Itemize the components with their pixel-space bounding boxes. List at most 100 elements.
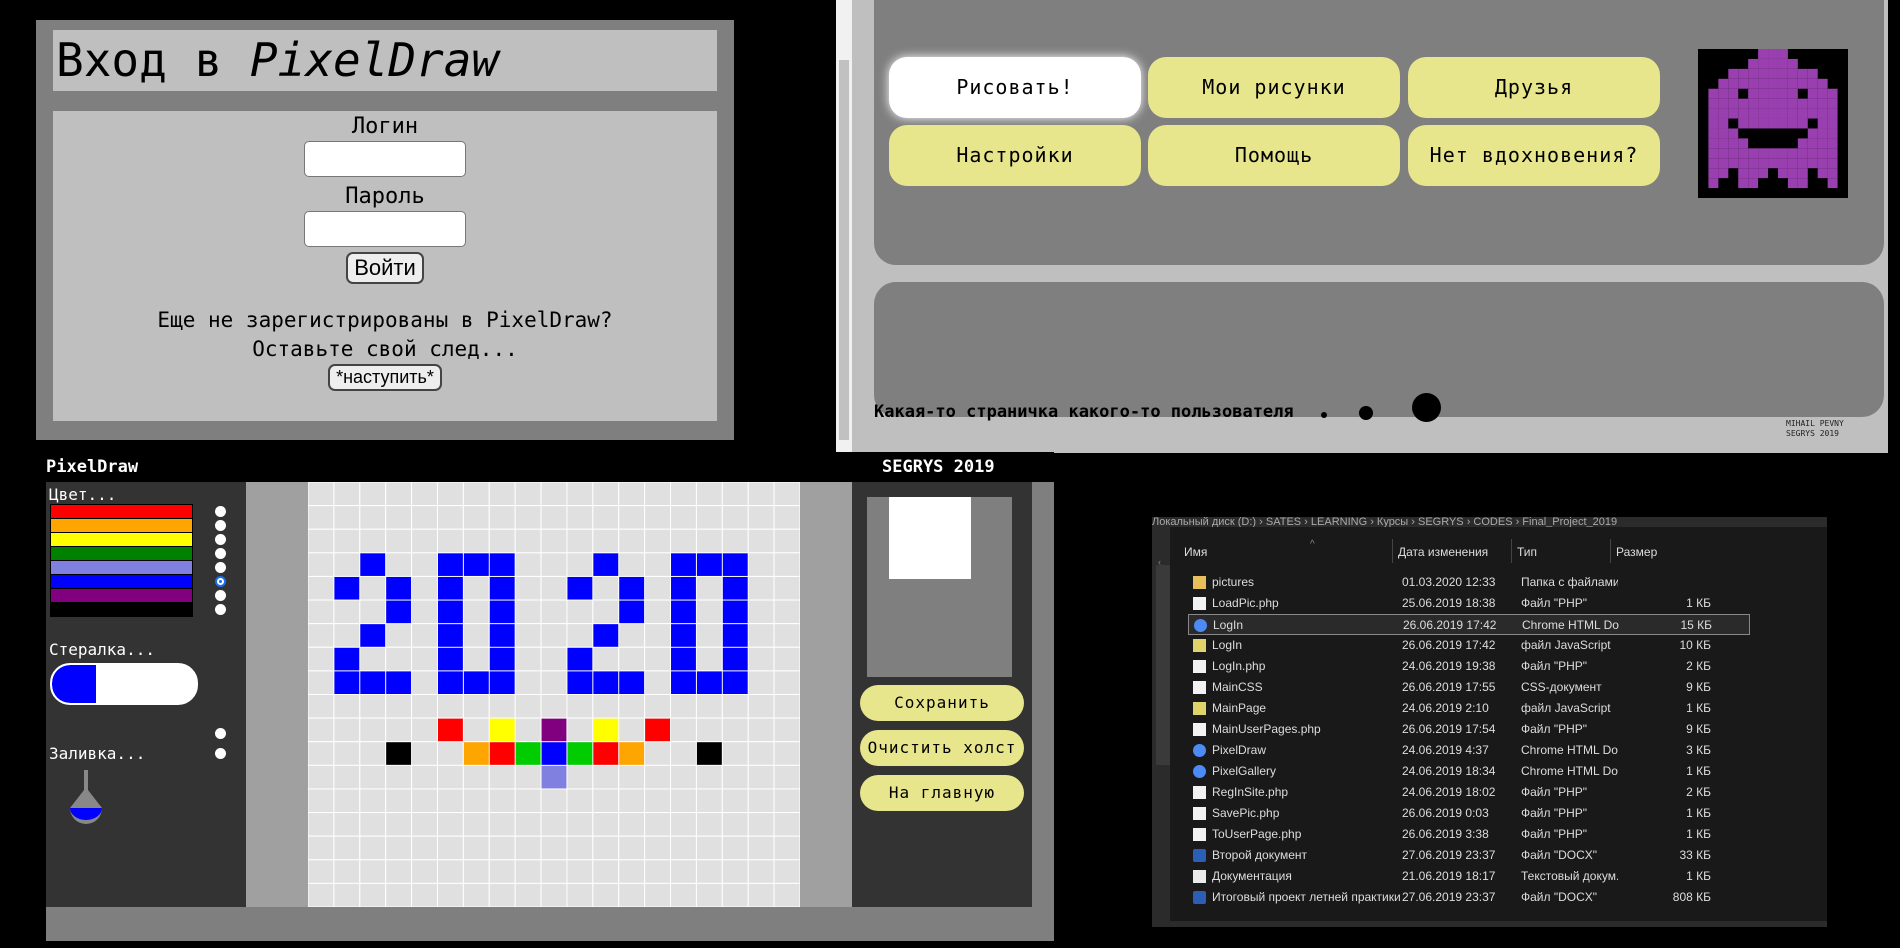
palette-swatch-6[interactable] xyxy=(50,588,193,603)
grid-cell[interactable] xyxy=(411,859,438,884)
grid-cell[interactable] xyxy=(566,835,594,861)
grid-cell[interactable] xyxy=(670,717,697,743)
file-row[interactable]: LoadPic.php 25.06.2019 18:38 Файл "PHP" 1 К… xyxy=(1188,593,1750,614)
grid-cell[interactable] xyxy=(670,764,697,790)
grid-cell[interactable] xyxy=(307,812,335,837)
painted-pixel[interactable] xyxy=(334,576,360,600)
grid-cell[interactable] xyxy=(462,694,490,719)
grid-cell[interactable] xyxy=(307,505,335,530)
painted-pixel[interactable] xyxy=(489,624,515,647)
grid-cell[interactable] xyxy=(644,623,672,648)
grid-cell[interactable] xyxy=(514,552,542,577)
grid-cell[interactable] xyxy=(488,505,516,530)
grid-cell[interactable] xyxy=(514,528,542,554)
grid-cell[interactable] xyxy=(462,812,490,837)
grid-cell[interactable] xyxy=(333,764,361,790)
grid-cell[interactable] xyxy=(307,717,335,743)
grid-cell[interactable] xyxy=(721,812,749,837)
painted-pixel[interactable] xyxy=(567,742,593,765)
grid-cell[interactable] xyxy=(307,528,335,554)
column-separator[interactable] xyxy=(1610,539,1611,563)
grid-cell[interactable] xyxy=(566,788,594,814)
painted-pixel[interactable] xyxy=(567,647,593,671)
grid-cell[interactable] xyxy=(462,646,490,672)
grid-cell[interactable] xyxy=(670,812,697,837)
grid-cell[interactable] xyxy=(670,505,697,530)
scrollbar[interactable] xyxy=(836,0,852,453)
grid-cell[interactable] xyxy=(514,812,542,837)
painted-pixel[interactable] xyxy=(489,718,515,742)
grid-cell[interactable] xyxy=(773,764,801,790)
grid-cell[interactable] xyxy=(411,835,438,861)
painted-pixel[interactable] xyxy=(722,576,748,600)
grid-cell[interactable] xyxy=(514,717,542,743)
grid-cell[interactable] xyxy=(592,694,620,719)
grid-cell[interactable] xyxy=(670,882,697,908)
grid-cell[interactable] xyxy=(618,788,646,814)
grid-cell[interactable] xyxy=(773,670,801,695)
grid-cell[interactable] xyxy=(514,859,542,884)
grid-cell[interactable] xyxy=(592,575,620,601)
grid-cell[interactable] xyxy=(773,623,801,648)
grid-cell[interactable] xyxy=(411,575,438,601)
grid-cell[interactable] xyxy=(307,788,335,814)
grid-cell[interactable] xyxy=(411,717,438,743)
painted-pixel[interactable] xyxy=(541,742,567,765)
grid-cell[interactable] xyxy=(592,835,620,861)
grid-cell[interactable] xyxy=(618,552,646,577)
painted-pixel[interactable] xyxy=(593,718,619,742)
grid-cell[interactable] xyxy=(747,505,775,530)
grid-cell[interactable] xyxy=(618,812,646,837)
painted-pixel[interactable] xyxy=(515,742,541,765)
grid-cell[interactable] xyxy=(307,646,335,672)
nav-scrollbar[interactable] xyxy=(1156,565,1170,765)
grid-cell[interactable] xyxy=(592,788,620,814)
grid-cell[interactable] xyxy=(333,623,361,648)
grid-cell[interactable] xyxy=(747,788,775,814)
grid-cell[interactable] xyxy=(462,575,490,601)
painted-pixel[interactable] xyxy=(593,624,619,647)
grid-cell[interactable] xyxy=(721,788,749,814)
grid-cell[interactable] xyxy=(514,882,542,908)
grid-cell[interactable] xyxy=(773,552,801,577)
file-row[interactable]: PixelGallery 24.06.2019 18:34 Chrome HTML … xyxy=(1188,761,1750,782)
painted-pixel[interactable] xyxy=(489,742,515,765)
column-separator[interactable] xyxy=(1511,539,1512,563)
painted-pixel[interactable] xyxy=(541,765,567,789)
painted-pixel[interactable] xyxy=(386,576,412,600)
grid-cell[interactable] xyxy=(333,481,361,507)
grid-cell[interactable] xyxy=(644,481,672,507)
grid-cell[interactable] xyxy=(695,859,723,884)
palette-swatch-2[interactable] xyxy=(50,532,193,547)
palette-swatch-3[interactable] xyxy=(50,546,193,561)
grid-cell[interactable] xyxy=(359,694,387,719)
grid-cell[interactable] xyxy=(773,717,801,743)
grid-cell[interactable] xyxy=(307,552,335,577)
painted-pixel[interactable] xyxy=(671,600,696,624)
file-row[interactable]: LogIn.php 24.06.2019 19:38 Файл "PHP" 2 КБ xyxy=(1188,656,1750,677)
login-button[interactable]: Войти xyxy=(346,252,424,284)
grid-cell[interactable] xyxy=(644,741,672,766)
grid-cell[interactable] xyxy=(307,481,335,507)
grid-cell[interactable] xyxy=(436,835,464,861)
file-row[interactable]: Документация 21.06.2019 18:17 Текстовый до… xyxy=(1188,866,1750,887)
grid-cell[interactable] xyxy=(670,788,697,814)
grid-cell[interactable] xyxy=(540,788,568,814)
menu-button-4[interactable]: Помощь xyxy=(1148,125,1400,186)
grid-cell[interactable] xyxy=(721,717,749,743)
grid-cell[interactable] xyxy=(721,882,749,908)
painted-pixel[interactable] xyxy=(696,742,722,765)
pixel-canvas[interactable] xyxy=(307,481,801,908)
grid-cell[interactable] xyxy=(462,859,490,884)
menu-button-2[interactable]: Друзья xyxy=(1408,57,1660,118)
eraser-tool[interactable] xyxy=(50,663,198,705)
grid-cell[interactable] xyxy=(747,670,775,695)
grid-cell[interactable] xyxy=(514,670,542,695)
grid-cell[interactable] xyxy=(695,575,723,601)
grid-cell[interactable] xyxy=(747,741,775,766)
grid-cell[interactable] xyxy=(488,528,516,554)
grid-cell[interactable] xyxy=(747,575,775,601)
painted-pixel[interactable] xyxy=(360,624,386,647)
grid-cell[interactable] xyxy=(618,646,646,672)
grid-cell[interactable] xyxy=(411,694,438,719)
